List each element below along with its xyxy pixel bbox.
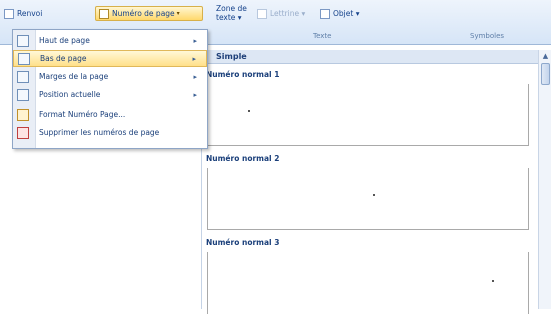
lettrine-icon — [257, 9, 267, 19]
scroll-up-arrow-icon[interactable]: ▲ — [541, 52, 550, 61]
page-number-preview — [248, 110, 250, 112]
submenu-arrow-icon: ▸ — [193, 72, 197, 81]
gallery-option-3[interactable] — [207, 252, 529, 314]
remove-page-number-icon — [17, 126, 29, 139]
menu-item-haut-de-page[interactable]: Haut de page ▸ — [13, 32, 207, 49]
renvoi-label: Renvoi — [17, 9, 43, 18]
menu-item-label: Format Numéro Page... — [39, 110, 126, 119]
gallery-option-title: Numéro normal 3 — [206, 238, 280, 247]
page-number-gallery: Simple Numéro normal 1 Numéro normal 2 N… — [201, 50, 551, 314]
text-zone-label: Zone de texte — [216, 4, 247, 22]
gallery-option-2[interactable] — [207, 168, 529, 230]
renvoi-button[interactable]: Renvoi — [4, 9, 42, 19]
current-position-icon — [17, 88, 29, 101]
gallery-option-1[interactable] — [207, 84, 529, 146]
page-number-preview — [373, 194, 375, 196]
menu-item-label: Bas de page — [40, 54, 87, 63]
page-number-label: Numéro de page — [112, 9, 175, 18]
objet-icon — [320, 9, 330, 19]
gallery-option-title: Numéro normal 1 — [206, 70, 280, 79]
text-zone-button[interactable]: Zone de texte ▾ — [216, 4, 250, 22]
scrollbar-thumb[interactable] — [541, 63, 550, 85]
renvoi-icon — [4, 9, 14, 19]
page-number-icon — [99, 8, 109, 19]
menu-item-marges[interactable]: Marges de la page ▸ — [13, 68, 207, 85]
page-number-button[interactable]: Numéro de page ▾ — [95, 6, 203, 21]
menu-item-position-actuelle[interactable]: Position actuelle ▸ — [13, 86, 207, 103]
objet-button[interactable]: Objet ▾ — [320, 9, 359, 19]
page-margins-icon — [17, 70, 29, 83]
menu-item-bas-de-page[interactable]: Bas de page ▸ — [13, 50, 207, 67]
page-number-preview — [492, 280, 494, 282]
page-footer-icon — [18, 52, 30, 65]
objet-label: Objet — [333, 9, 354, 18]
submenu-arrow-icon: ▸ — [192, 54, 196, 63]
menu-item-label: Position actuelle — [39, 90, 101, 99]
group-text-label: Texte — [313, 32, 332, 40]
menu-item-supprimer[interactable]: Supprimer les numéros de page — [13, 124, 207, 141]
page-number-menu: Haut de page ▸ Bas de page ▸ Marges de l… — [12, 29, 208, 149]
chevron-down-icon: ▾ — [176, 10, 180, 17]
menu-item-format-numero[interactable]: Format Numéro Page... — [13, 106, 207, 123]
page-header-icon — [17, 34, 29, 47]
submenu-arrow-icon: ▸ — [193, 90, 197, 99]
gallery-section-header: Simple — [202, 50, 538, 64]
submenu-arrow-icon: ▸ — [193, 36, 197, 45]
gallery-scrollbar[interactable]: ▲ — [538, 50, 551, 309]
format-page-number-icon — [17, 108, 29, 121]
menu-item-label: Supprimer les numéros de page — [39, 128, 160, 137]
menu-item-label: Haut de page — [39, 36, 90, 45]
menu-item-label: Marges de la page — [39, 72, 109, 81]
group-symbols-label: Symboles — [470, 32, 505, 40]
lettrine-button[interactable]: Lettrine ▾ — [257, 9, 305, 19]
gallery-option-title: Numéro normal 2 — [206, 154, 280, 163]
lettrine-label: Lettrine — [270, 9, 300, 18]
